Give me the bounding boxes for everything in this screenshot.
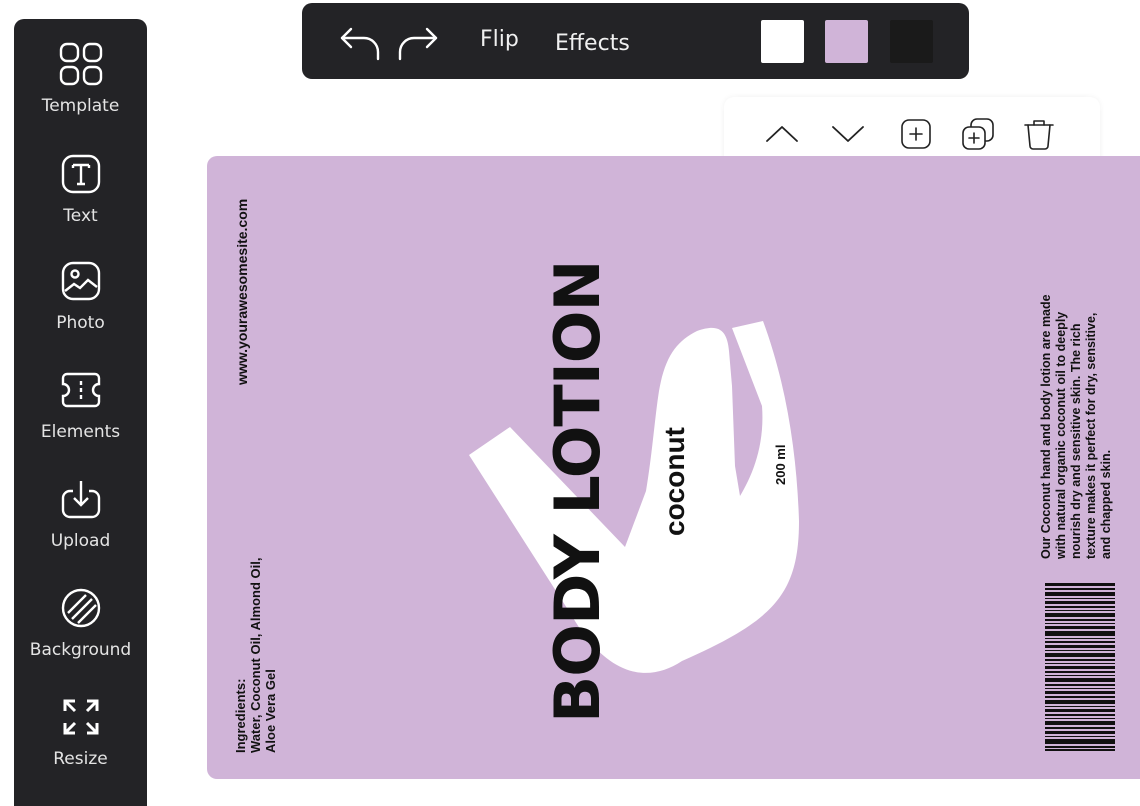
sidebar-item-upload[interactable]: Upload [14, 477, 147, 577]
delete-icon [1024, 120, 1054, 150]
product-title[interactable]: BODY LOTION [541, 261, 614, 723]
description-line: Our Coconut hand and body lotion are mad… [1039, 294, 1053, 559]
swatch-lavender[interactable] [825, 20, 868, 63]
undo-button[interactable] [338, 23, 382, 63]
undo-icon [340, 27, 380, 61]
ingredients-title: Ingredients: [233, 678, 248, 753]
design-canvas[interactable]: www.yourawesomesite.com Ingredients: Wat… [207, 156, 1140, 779]
redo-button[interactable] [396, 23, 440, 63]
ingredients-block[interactable]: Ingredients: Water, Coconut Oil, Almond … [233, 558, 278, 753]
flip-button[interactable]: Flip [480, 27, 519, 52]
delete-button[interactable] [1021, 116, 1057, 152]
sidebar-item-text[interactable]: Text [14, 152, 147, 252]
effects-button[interactable]: Effects [555, 31, 630, 56]
sidebar: Template Text Photo Elements Upload Back… [14, 19, 147, 806]
duplicate-button[interactable] [960, 116, 996, 152]
description-block[interactable]: Our Coconut hand and body lotion are mad… [1039, 294, 1114, 559]
upload-icon [61, 481, 101, 519]
description-line: with natural organic coconut oil to deep… [1054, 311, 1068, 559]
move-down-button[interactable] [830, 116, 866, 152]
duplicate-icon [962, 118, 994, 150]
elements-icon [61, 372, 101, 408]
website-text[interactable]: www.yourawesomesite.com [234, 199, 250, 385]
add-button[interactable] [898, 116, 934, 152]
background-icon [61, 588, 101, 628]
sidebar-item-label: Elements [40, 422, 121, 442]
description-line: and chapped skin. [1099, 449, 1113, 559]
barcode[interactable] [1045, 583, 1115, 751]
swatch-white[interactable] [761, 20, 804, 63]
sidebar-item-label: Background [29, 640, 132, 660]
sidebar-item-label: Template [41, 96, 120, 116]
redo-icon [398, 27, 438, 61]
description-line: nourish dry and sensitive skin. The rich [1069, 323, 1083, 559]
move-up-button[interactable] [764, 116, 800, 152]
description-line: texture makes it perfect for dry, sensit… [1084, 312, 1098, 559]
sidebar-item-label: Resize [53, 749, 108, 769]
sidebar-item-label: Photo [56, 313, 105, 333]
sidebar-item-label: Text [63, 206, 98, 226]
sidebar-item-resize[interactable]: Resize [14, 695, 147, 795]
product-subtitle[interactable]: coconut [659, 427, 690, 536]
text-icon [61, 154, 101, 194]
ingredients-line2: Aloe Vera Gel [263, 669, 278, 753]
sidebar-item-template[interactable]: Template [14, 42, 147, 142]
volume-text[interactable]: 200 ml [773, 445, 788, 485]
resize-icon [63, 699, 99, 735]
sidebar-item-label: Upload [50, 531, 111, 551]
sidebar-item-elements[interactable]: Elements [14, 368, 147, 468]
sidebar-item-photo[interactable]: Photo [14, 259, 147, 359]
photo-icon [61, 261, 101, 301]
top-toolbar: Flip Effects [302, 3, 969, 79]
swatch-black[interactable] [890, 20, 933, 63]
sidebar-item-background[interactable]: Background [14, 586, 147, 686]
move-down-icon [832, 126, 864, 142]
template-icon [59, 42, 103, 86]
move-up-icon [766, 126, 798, 142]
ingredients-line1: Water, Coconut Oil, Almond Oil, [248, 557, 263, 753]
add-icon [901, 119, 931, 149]
